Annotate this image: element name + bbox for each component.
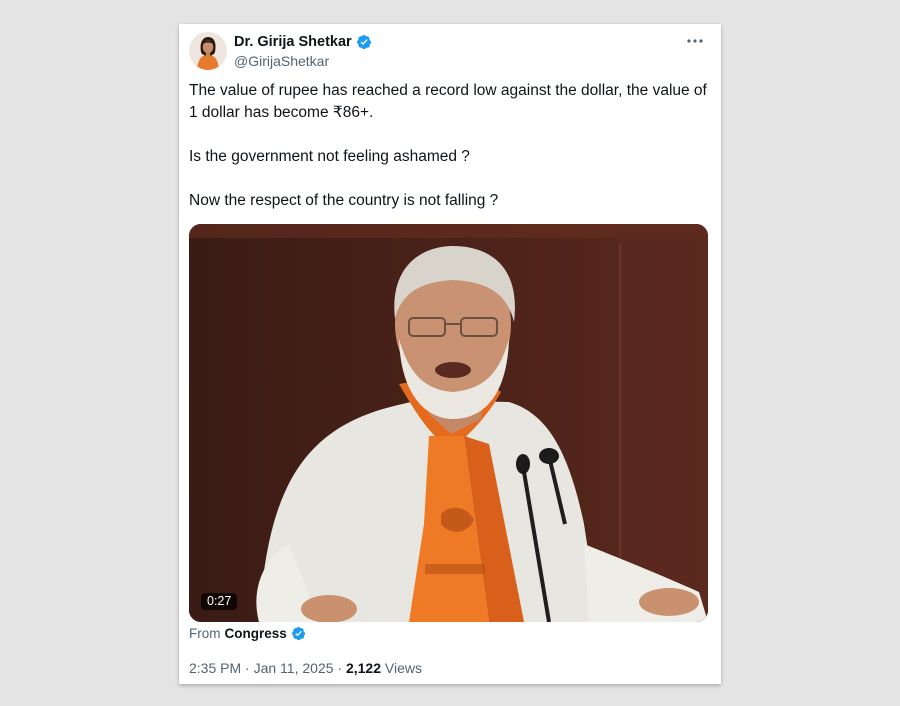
author-info: Dr. Girija Shetkar @GirijaShetkar <box>234 33 372 69</box>
from-label: From <box>189 626 221 641</box>
verified-badge-icon <box>356 34 371 50</box>
tweet-paragraph: The value of rupee has reached a record … <box>189 82 707 121</box>
meta-separator: · <box>337 660 343 676</box>
views-label: Views <box>384 660 422 676</box>
tweet-time[interactable]: 2:35 PM <box>189 660 241 676</box>
video-duration: 0:27 <box>201 593 238 610</box>
avatar[interactable] <box>189 32 227 70</box>
tweet-meta: 2:35 PM · Jan 11, 2025 · 2,122 Views <box>189 660 422 676</box>
video-thumbnail <box>189 224 708 622</box>
author-handle[interactable]: @GirijaShetkar <box>234 53 372 69</box>
tweet-date[interactable]: Jan 11, 2025 <box>254 660 334 676</box>
video-player[interactable]: 0:27 <box>189 224 708 622</box>
media-attribution: From Congress <box>189 626 306 641</box>
tweet-header: Dr. Girija Shetkar @GirijaShetkar <box>189 32 711 72</box>
source-account-link[interactable]: Congress <box>225 626 287 641</box>
tweet-paragraph: Is the government not feeling ashamed ? <box>189 148 470 165</box>
tweet-text: The value of rupee has reached a record … <box>189 80 711 212</box>
meta-separator: · <box>245 660 250 676</box>
tweet-paragraph: Now the respect of the country is not fa… <box>189 192 499 209</box>
verified-badge-icon <box>291 626 306 641</box>
more-options-icon[interactable] <box>683 33 707 49</box>
views-count: 2,122 <box>345 660 382 676</box>
author-name[interactable]: Dr. Girija Shetkar <box>234 34 352 50</box>
tweet-card: Dr. Girija Shetkar @GirijaShetkar The va… <box>179 24 721 684</box>
